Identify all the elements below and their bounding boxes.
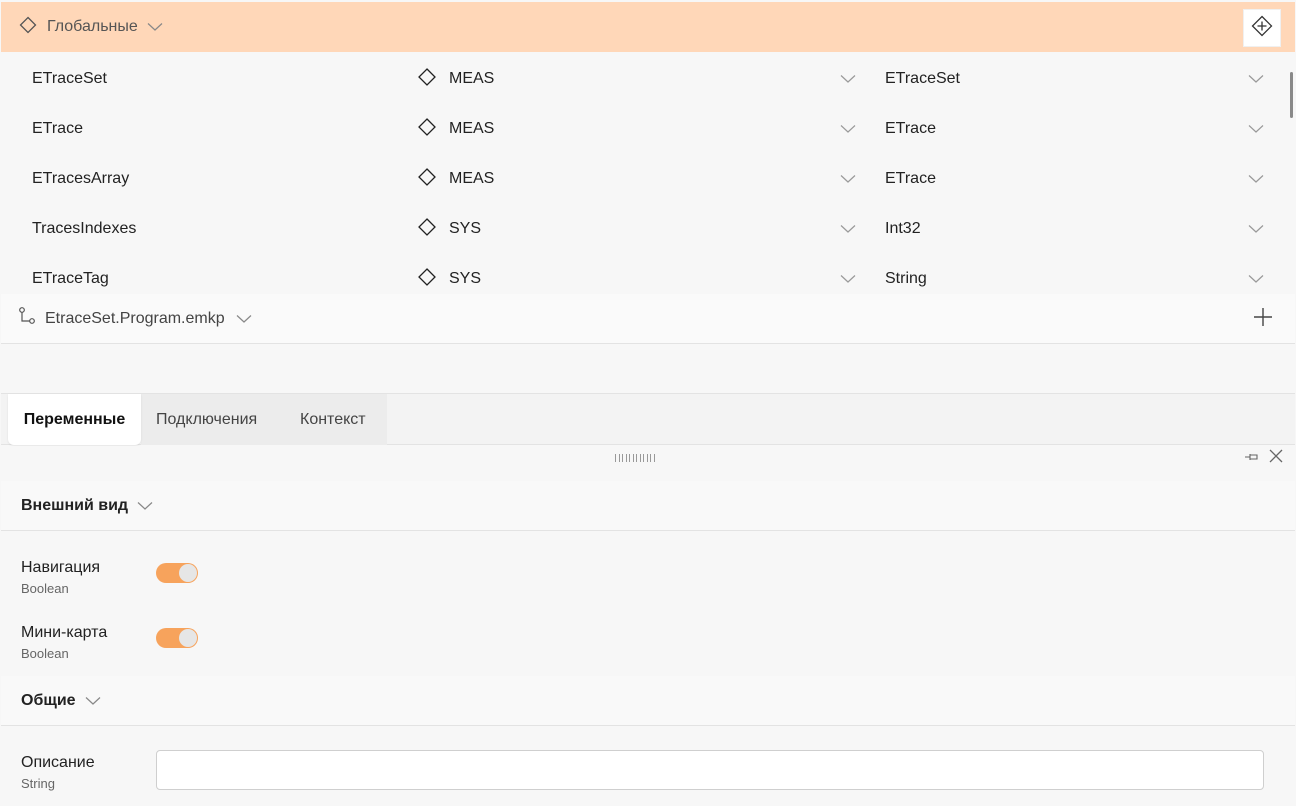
diamond-icon bbox=[417, 267, 437, 292]
type-select[interactable]: ETrace bbox=[885, 116, 1265, 142]
type-value: ETrace bbox=[885, 120, 936, 137]
tab-variables[interactable]: Переменные bbox=[8, 394, 141, 445]
diamond-icon bbox=[417, 67, 437, 92]
toggle-knob bbox=[179, 629, 197, 647]
table-row[interactable]: ETracesArray MEAS ETrace bbox=[1, 153, 1281, 203]
globals-header[interactable]: Глобальные bbox=[1, 2, 1295, 52]
type-value: Int32 bbox=[885, 220, 921, 237]
chevron-down-icon[interactable] bbox=[84, 692, 102, 710]
type-select[interactable]: ETrace bbox=[885, 166, 1265, 192]
chevron-down-icon[interactable] bbox=[839, 70, 857, 88]
table-scrollbar[interactable] bbox=[1290, 72, 1293, 118]
property-label: Мини-карта bbox=[21, 624, 108, 641]
type-select[interactable]: Int32 bbox=[885, 216, 1265, 242]
variable-name[interactable]: ETraceTag bbox=[32, 270, 109, 288]
chevron-down-icon[interactable] bbox=[839, 170, 857, 188]
chevron-down-icon[interactable] bbox=[146, 18, 164, 36]
scope-select[interactable]: SYS bbox=[417, 216, 857, 242]
diamond-icon bbox=[19, 16, 37, 39]
close-icon bbox=[1268, 448, 1284, 469]
property-minimap: Мини-карта Boolean bbox=[1, 624, 1295, 678]
chevron-down-icon[interactable] bbox=[1247, 70, 1265, 88]
program-variables-empty-area bbox=[1, 344, 1295, 394]
program-title: EtraceSet.Program.emkp bbox=[45, 309, 225, 327]
chevron-down-icon[interactable] bbox=[1247, 170, 1265, 188]
property-type: Boolean bbox=[21, 646, 69, 661]
section-title: Общие bbox=[21, 691, 76, 709]
scope-value: MEAS bbox=[449, 120, 495, 137]
tab-connections[interactable]: Подключения bbox=[156, 394, 257, 445]
description-input[interactable] bbox=[156, 750, 1264, 790]
variable-name[interactable]: TracesIndexes bbox=[32, 220, 136, 238]
globals-title: Глобальные bbox=[47, 18, 138, 35]
navigation-toggle[interactable] bbox=[156, 563, 198, 583]
panel-toolbar bbox=[1, 446, 1295, 470]
scope-select[interactable]: MEAS bbox=[417, 66, 857, 92]
chevron-down-icon[interactable] bbox=[839, 220, 857, 238]
section-general[interactable]: Общие bbox=[1, 676, 1295, 726]
tab-bar: Переменные Подключения Контекст bbox=[1, 394, 1295, 445]
type-value: String bbox=[885, 270, 927, 287]
chevron-down-icon[interactable] bbox=[839, 120, 857, 138]
type-value: ETrace bbox=[885, 170, 936, 187]
variables-table: ETraceSet MEAS ETraceSet ETrace MEAS ETr… bbox=[1, 53, 1295, 294]
table-row[interactable]: TracesIndexes SYS Int32 bbox=[1, 203, 1281, 253]
scope-select[interactable]: MEAS bbox=[417, 116, 857, 142]
property-description: Описание String bbox=[1, 750, 1295, 806]
property-navigation: Навигация Boolean bbox=[1, 559, 1295, 613]
chevron-down-icon[interactable] bbox=[1247, 120, 1265, 138]
property-type: Boolean bbox=[21, 581, 69, 596]
variable-name[interactable]: ETrace bbox=[32, 120, 83, 138]
add-global-variable-button[interactable] bbox=[1243, 9, 1281, 47]
property-label: Описание bbox=[21, 754, 95, 771]
plus-icon bbox=[1253, 307, 1273, 332]
diamond-icon bbox=[417, 117, 437, 142]
diamond-icon bbox=[417, 167, 437, 192]
chevron-down-icon[interactable] bbox=[136, 497, 154, 515]
scope-select[interactable]: SYS bbox=[417, 266, 857, 292]
scope-value: MEAS bbox=[449, 70, 495, 87]
scope-value: SYS bbox=[449, 220, 482, 237]
branch-icon bbox=[17, 306, 37, 331]
type-select[interactable]: ETraceSet bbox=[885, 66, 1265, 92]
program-header[interactable]: EtraceSet.Program.emkp bbox=[1, 294, 1295, 344]
diamond-icon bbox=[417, 217, 437, 242]
chevron-down-icon[interactable] bbox=[1247, 220, 1265, 238]
toggle-knob bbox=[179, 564, 197, 582]
chevron-down-icon[interactable] bbox=[235, 310, 253, 328]
property-type: String bbox=[21, 776, 55, 791]
pin-button[interactable] bbox=[1243, 450, 1261, 466]
add-diamond-icon bbox=[1251, 15, 1273, 42]
pin-icon bbox=[1244, 449, 1260, 467]
scope-select[interactable]: MEAS bbox=[417, 166, 857, 192]
table-row[interactable]: ETrace MEAS ETrace bbox=[1, 103, 1281, 153]
chevron-down-icon[interactable] bbox=[1247, 270, 1265, 288]
property-label: Навигация bbox=[21, 559, 101, 576]
chevron-down-icon[interactable] bbox=[839, 270, 857, 288]
section-appearance[interactable]: Внешний вид bbox=[1, 481, 1295, 531]
tab-context[interactable]: Контекст bbox=[300, 394, 366, 445]
table-row[interactable]: ETraceSet MEAS ETraceSet bbox=[1, 53, 1281, 103]
section-title: Внешний вид bbox=[21, 496, 129, 514]
minimap-toggle[interactable] bbox=[156, 628, 198, 648]
properties-panel: Внешний вид Навигация Boolean Мини-карта… bbox=[1, 470, 1295, 806]
grip-icon[interactable] bbox=[615, 454, 655, 462]
close-button[interactable] bbox=[1267, 449, 1285, 467]
scope-value: SYS bbox=[449, 270, 482, 287]
variable-name[interactable]: ETraceSet bbox=[32, 70, 107, 88]
scope-value: MEAS bbox=[449, 170, 495, 187]
type-value: ETraceSet bbox=[885, 70, 960, 87]
table-row[interactable]: ETraceTag SYS String bbox=[1, 253, 1281, 294]
type-select[interactable]: String bbox=[885, 266, 1265, 292]
variable-name[interactable]: ETracesArray bbox=[32, 170, 129, 188]
add-program-variable-button[interactable] bbox=[1251, 307, 1275, 331]
